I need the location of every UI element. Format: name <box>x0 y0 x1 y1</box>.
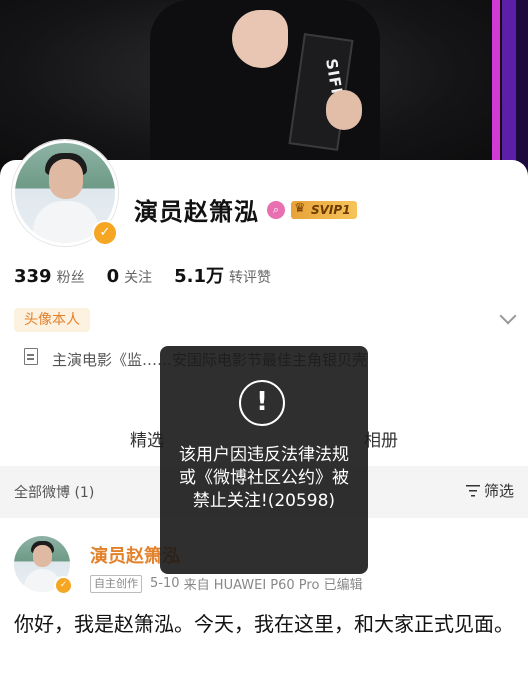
post-text: 你好，我是赵箫泓。今天，我在这里，和大家正式见面。 <box>14 612 514 636</box>
cover-hand-secondary <box>326 90 362 130</box>
svip-badge[interactable]: SVIP1 <box>291 200 357 219</box>
document-icon <box>24 348 38 365</box>
filter-button[interactable]: 筛选 <box>465 480 514 501</box>
profile-name-row: 演员赵箫泓 ⌕ SVIP1 <box>134 192 357 227</box>
post-edited[interactable]: 已编辑 <box>324 574 363 593</box>
alert-icon: ! <box>239 380 285 426</box>
profile-avatar[interactable]: ✓ <box>12 140 118 246</box>
verified-icon: ✓ <box>92 220 118 246</box>
followers-label[interactable]: 粉丝 <box>57 267 85 287</box>
album-entry[interactable]: 相册 <box>364 426 398 451</box>
search-badge-icon[interactable]: ⌕ <box>267 200 285 219</box>
verified-icon: ✓ <box>54 576 73 595</box>
interactions-count: 5.1万 <box>174 266 224 287</box>
cover-hand <box>232 10 288 68</box>
profile-name: 演员赵箫泓 <box>134 198 259 226</box>
avatar-verified-tag: 头像本人 <box>14 308 90 332</box>
following-label[interactable]: 关注 <box>124 267 152 287</box>
followers-count[interactable]: 339 <box>14 266 52 287</box>
post-meta: 自主创作 5-10 来自 HUAWEI P60 Pro 已编辑 <box>90 574 363 593</box>
featured-entry[interactable]: 精选 <box>130 426 164 451</box>
self-created-badge: 自主创作 <box>90 574 142 593</box>
profile-stats: 339 粉丝 0 关注 5.1万 转评赞 <box>14 262 293 288</box>
following-count[interactable]: 0 <box>107 266 120 287</box>
all-posts-label[interactable]: 全部微博 (1) <box>14 482 94 502</box>
toast-message: 该用户因违反法律法规或《微博社区公约》被禁止关注!(20598) <box>179 445 349 511</box>
cover-stripe <box>502 0 516 178</box>
interactions-label: 转评赞 <box>229 270 271 286</box>
filter-icon <box>465 485 480 497</box>
filter-button-label: 筛选 <box>483 482 514 500</box>
post-source: 来自 HUAWEI P60 Pro <box>183 578 320 593</box>
cover-stripe <box>516 0 528 178</box>
post-date: 5-10 <box>150 576 180 591</box>
error-toast: ! 该用户因违反法律法规或《微博社区公约》被禁止关注!(20598) <box>160 346 368 574</box>
cover-stripe <box>492 0 500 178</box>
